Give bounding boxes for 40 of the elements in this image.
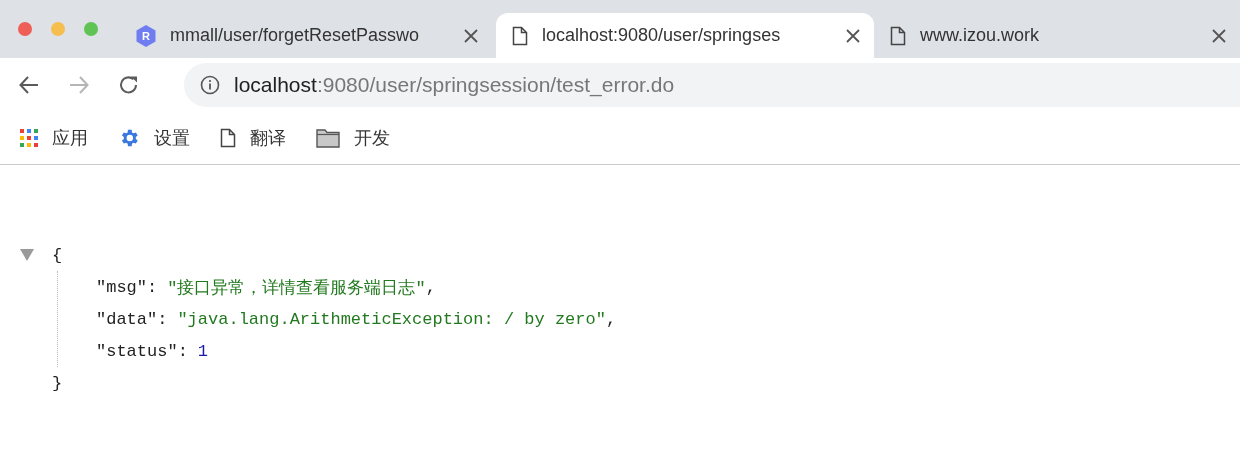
json-value: 1 [197,341,209,361]
info-icon [200,75,220,95]
browser-tab[interactable]: www.izou.work [874,13,1240,58]
apps-grid-icon [20,129,38,147]
json-colon: : [157,309,168,329]
close-window-button[interactable] [18,22,32,36]
json-brace: } [52,373,63,393]
page-icon [512,25,528,46]
json-value: "接口异常，详情查看服务端日志" [167,277,426,299]
json-comma: , [605,309,617,329]
hexagon-logo-icon: R [136,24,156,47]
tab-title: www.izou.work [920,25,1041,46]
reload-icon[interactable] [118,74,140,96]
json-key: "status" [96,341,178,361]
page-icon [890,25,906,46]
browser-tab[interactable]: R mmall/user/forgetResetPasswo [120,13,492,58]
bookmark-item[interactable]: 翻译 [220,126,286,150]
url-host: localhost [234,73,317,96]
address-bar[interactable]: localhost:9080/user/springsession/test_error.do [184,63,1240,107]
back-arrow-icon[interactable] [18,74,40,96]
bookmark-item[interactable]: 开发 [316,126,390,150]
folder-icon [316,128,340,148]
tab-title: mmall/user/forgetResetPasswo [170,25,421,46]
collapse-toggle-icon[interactable] [20,249,34,261]
page-icon [220,128,236,148]
close-icon[interactable] [1212,28,1226,43]
tab-title: localhost:9080/user/springses [542,25,782,46]
json-colon: : [147,277,158,297]
json-colon: : [177,341,188,361]
json-key: "data" [96,309,158,329]
json-value: "java.lang.ArithmeticException: / by zero" [177,309,606,329]
bookmark-item[interactable]: 设置 [118,126,190,150]
close-icon[interactable] [846,28,860,43]
bookmark-item[interactable]: 应用 [20,126,88,150]
json-comma: , [425,277,436,297]
json-key: "msg" [96,277,147,297]
close-icon[interactable] [464,28,478,43]
json-brace: { [52,245,63,265]
browser-tab[interactable]: localhost:9080/user/springses [496,13,874,58]
url-path: :9080/user/springsession/test_error.do [316,73,675,97]
